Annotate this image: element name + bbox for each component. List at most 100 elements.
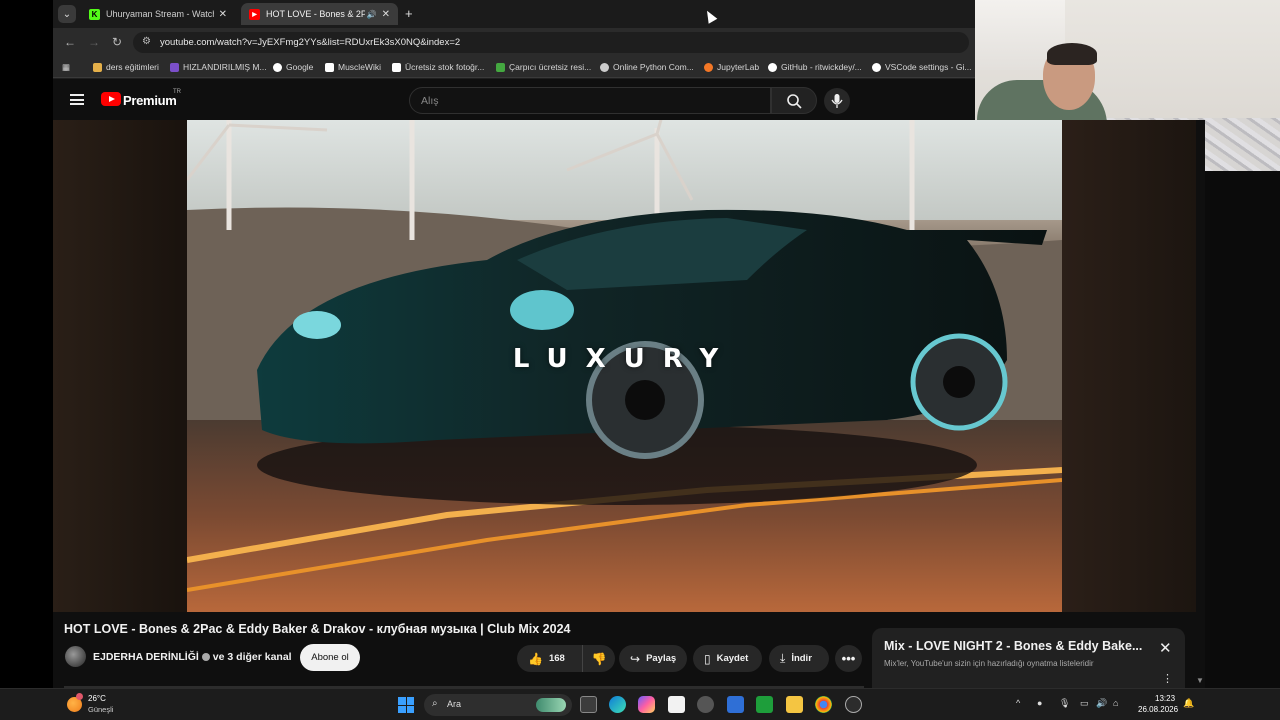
network-icon[interactable]: ⌂ [1113, 698, 1118, 708]
tray-chevron-icon[interactable]: ^ [1016, 698, 1020, 708]
bookmark-musclewiki[interactable]: MuscleWiki [325, 62, 381, 72]
search-highlight-image [536, 698, 566, 712]
chrome-icon[interactable] [815, 696, 832, 713]
windows-taskbar: 26°C Güneşli ⌕ Ara ^ ● 🎙 ▭ 🔊 ⌂ 13:23 26.… [0, 688, 1280, 720]
microsoft-store-icon[interactable] [668, 696, 685, 713]
vscode-icon[interactable] [727, 696, 744, 713]
new-tab-plus-icon[interactable]: + [405, 6, 413, 21]
url-text[interactable]: youtube.com/watch?v=JyEXFmg2YYs&list=RDU… [160, 37, 460, 48]
voice-search-button[interactable] [824, 88, 850, 114]
forward-arrow-icon[interactable]: → [88, 35, 100, 49]
github-desktop-icon[interactable] [845, 696, 862, 713]
reload-icon[interactable]: ↻ [112, 35, 122, 49]
mix-playlist-panel[interactable]: Mix - LOVE NIGHT 2 - Bones & Eddy Bake..… [872, 628, 1185, 688]
channel-collab-text[interactable]: ve 3 diğer kanal [213, 651, 292, 663]
search-placeholder: Alış [421, 95, 439, 107]
bookmark-label: GitHub - ritwickdey/... [781, 62, 862, 72]
microphone-tray-icon[interactable]: 🎙 [1059, 698, 1070, 709]
bookmark-label: HIZLANDIRILMIŞ M... [183, 62, 267, 72]
download-button[interactable]: ⤓ İndir [769, 645, 829, 672]
share-arrow-icon: ↪ [630, 651, 641, 666]
close-tab-icon[interactable]: ✕ [382, 9, 390, 20]
bookmark-ders[interactable]: ders eğitimleri [93, 62, 159, 72]
video-frame[interactable]: LUXURY [187, 120, 1062, 612]
youtube-logo-icon[interactable] [101, 92, 121, 106]
share-label: Paylaş [646, 653, 677, 664]
webcam-person-hair [1047, 43, 1097, 65]
taskbar-search[interactable]: ⌕ Ara [424, 694, 572, 716]
channel-avatar[interactable] [65, 646, 86, 667]
share-button[interactable]: ↪ Paylaş [619, 645, 687, 672]
scroll-down-arrow-icon[interactable]: ▼ [1196, 676, 1204, 685]
tab-strip: ⌄ K Uhuryaman Stream - Watch Live ✕ ▶ HO… [53, 0, 975, 28]
tab-search-chevron-icon[interactable]: ⌄ [58, 5, 76, 23]
tray-app-icon[interactable]: ● [1037, 698, 1042, 708]
video-player-area[interactable]: LUXURY [53, 120, 1196, 612]
download-label: İndir [791, 653, 812, 664]
more-actions-button[interactable]: ••• [835, 645, 862, 672]
left-gutter [0, 0, 53, 688]
close-icon[interactable]: ✕ [1159, 639, 1172, 657]
display-tray-icon[interactable]: ▭ [1080, 698, 1089, 709]
xbox-icon[interactable] [756, 696, 773, 713]
youtube-premium-logo[interactable]: Premium [123, 93, 177, 108]
thumbs-up-icon: 👍 [528, 651, 543, 666]
search-button[interactable] [771, 87, 817, 114]
search-input[interactable]: Alış [409, 87, 771, 114]
file-explorer-icon[interactable] [786, 696, 803, 713]
task-view-icon[interactable] [580, 696, 597, 713]
menu-hamburger-icon[interactable] [70, 94, 84, 105]
bookmark-label: Ücretsiz stok fotoğr... [405, 62, 485, 72]
site-info-icon[interactable]: ⚙ [142, 36, 151, 47]
notification-badge [76, 693, 83, 700]
taskbar-search-placeholder: Ara [447, 699, 462, 709]
edge-browser-icon[interactable] [609, 696, 626, 713]
volume-icon[interactable]: 🔊 [1096, 698, 1107, 709]
bookmark-stock-photos[interactable]: Ücretsiz stok fotoğr... [392, 62, 484, 72]
windows-start-icon[interactable] [398, 697, 414, 713]
back-arrow-icon[interactable]: ← [64, 35, 76, 49]
weather-description[interactable]: Güneşli [88, 705, 113, 714]
notifications-bell-icon[interactable]: 🔔 [1183, 698, 1194, 709]
dislike-button[interactable]: 👎 [582, 645, 615, 672]
bookmark-label: Google [286, 62, 314, 72]
bookmarks-bar: ▦ ders eğitimleri HIZLANDIRILMIŞ M... Go… [53, 57, 975, 78]
page-scrollbar[interactable] [1196, 120, 1205, 688]
like-count: 168 [548, 653, 565, 664]
speaker-icon[interactable]: 🔊 [367, 10, 377, 19]
save-button[interactable]: ▯ Kaydet [693, 645, 762, 672]
pixabay-icon [496, 62, 505, 72]
clock-time[interactable]: 13:23 [1155, 694, 1175, 703]
channel-name-text[interactable]: EJDERHA DERİNLİĞİ [93, 651, 199, 663]
copilot-icon[interactable] [638, 696, 655, 713]
musclewiki-icon [325, 62, 334, 72]
bookmark-online-python[interactable]: Online Python Com... [600, 62, 694, 72]
channel-name[interactable]: EJDERHA DERİNLİĞİ ve 3 diğer kanal [93, 651, 292, 663]
vertical-dots-icon[interactable]: ⋮ [1162, 672, 1173, 685]
github-icon [768, 62, 777, 72]
bookmark-github[interactable]: GitHub - ritwickdey/... [768, 62, 862, 72]
desktop-screen: ⌄ K Uhuryaman Stream - Watch Live ✕ ▶ HO… [0, 0, 1280, 720]
more-dots-icon: ••• [841, 651, 856, 666]
address-bar[interactable]: ⚙ youtube.com/watch?v=JyEXFmg2YYs&list=R… [133, 32, 969, 53]
bookmark-google[interactable]: Google [273, 62, 313, 72]
save-label: Kaydet [716, 653, 749, 664]
tab-stream[interactable]: K Uhuryaman Stream - Watch Live ✕ [81, 3, 235, 25]
bookmark-label: VSCode settings - Gi... [885, 62, 972, 72]
bookmark-hizlandirilmis[interactable]: HIZLANDIRILMIŞ M... [170, 62, 267, 72]
bookmark-jupyterlab[interactable]: JupyterLab [704, 62, 759, 72]
bookmark-label: Çarpıcı ücretsiz resi... [509, 62, 592, 72]
close-tab-icon[interactable]: ✕ [219, 9, 227, 20]
bookmark-free-images[interactable]: Çarpıcı ücretsiz resi... [496, 62, 591, 72]
like-button[interactable]: 👍 168 [517, 645, 582, 672]
tab-youtube-active[interactable]: ▶ HOT LOVE - Bones & 2Pac & Eddy 🔊 ✕ [241, 3, 398, 25]
subscribe-button[interactable]: Abone ol [300, 644, 360, 671]
settings-gear-icon[interactable] [697, 696, 714, 713]
weather-temperature[interactable]: 26°C [88, 694, 106, 703]
bookmark-vscode-settings[interactable]: VSCode settings - Gi... [872, 62, 971, 72]
mix-title[interactable]: Mix - LOVE NIGHT 2 - Bones & Eddy Bake..… [884, 639, 1154, 653]
apps-grid-icon[interactable]: ▦ [62, 62, 70, 73]
folder-icon [93, 62, 102, 72]
bookmark-label: JupyterLab [717, 62, 760, 72]
clock-date[interactable]: 26.08.2026 [1138, 705, 1178, 714]
